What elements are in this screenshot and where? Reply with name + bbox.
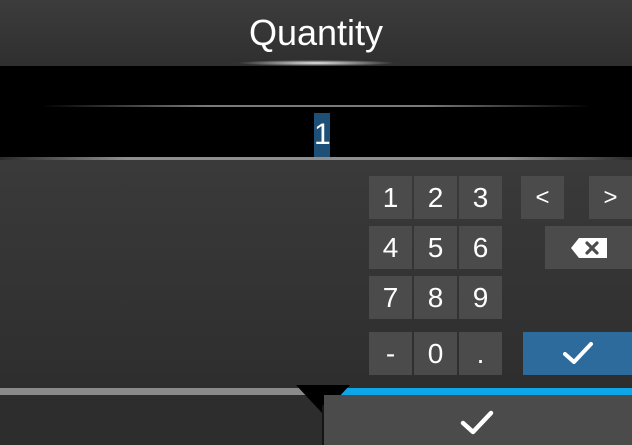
checkmark-icon: [460, 410, 494, 435]
footer-tab-indicator-active: [330, 388, 632, 395]
minus-key[interactable]: -: [369, 332, 412, 375]
key-6[interactable]: 6: [459, 226, 502, 269]
input-separator: [40, 105, 592, 107]
key-7[interactable]: 7: [369, 276, 412, 319]
enter-key[interactable]: [523, 332, 632, 375]
cursor-left-key[interactable]: <: [521, 176, 564, 219]
key-0[interactable]: 0: [414, 332, 457, 375]
footer-tab-indicator-left: [0, 388, 315, 395]
footer-back-area[interactable]: [0, 395, 322, 445]
checkmark-icon: [562, 342, 593, 364]
quantity-value-field[interactable]: 1: [314, 113, 331, 157]
confirm-button[interactable]: [324, 395, 632, 445]
key-9[interactable]: 9: [459, 276, 502, 319]
key-4[interactable]: 4: [369, 226, 412, 269]
backspace-icon: [570, 238, 607, 258]
key-8[interactable]: 8: [414, 276, 457, 319]
cursor-right-key[interactable]: >: [589, 176, 632, 219]
page-title: Quantity: [248, 12, 384, 53]
key-5[interactable]: 5: [414, 226, 457, 269]
backspace-key[interactable]: [545, 226, 632, 269]
title-bar: Quantity: [0, 0, 632, 66]
decimal-point-key[interactable]: .: [459, 332, 502, 375]
key-2[interactable]: 2: [414, 176, 457, 219]
key-1[interactable]: 1: [369, 176, 412, 219]
key-3[interactable]: 3: [459, 176, 502, 219]
